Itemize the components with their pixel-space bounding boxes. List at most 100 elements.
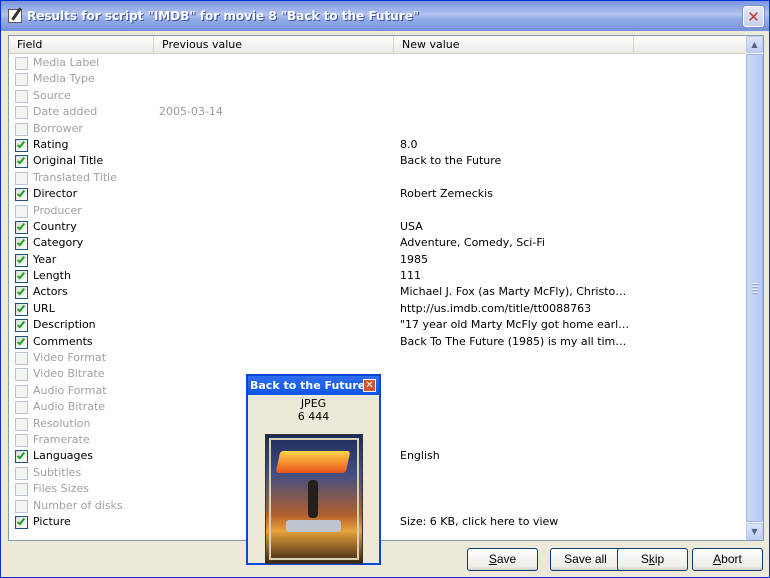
new-value: Adventure, Comedy, Sci-Fi [400, 236, 545, 250]
field-name: Description [33, 318, 96, 332]
row-checkbox[interactable] [15, 253, 28, 267]
row-checkbox[interactable] [15, 122, 28, 136]
row-checkbox[interactable] [15, 450, 28, 464]
save-button[interactable]: Save [467, 548, 538, 571]
new-value: 8.0 [400, 137, 418, 151]
table-row[interactable]: Media Label [9, 55, 747, 71]
window-title: Results for script "IMDB" for movie 8 "B… [27, 9, 420, 23]
table-row[interactable]: Category Adventure, Comedy, Sci-Fi [9, 235, 747, 251]
column-header-field[interactable]: Field [9, 36, 154, 54]
table-row[interactable]: Producer [9, 203, 747, 219]
save-all-button[interactable]: Save all [550, 548, 621, 571]
new-value: Size: 6 KB, click here to view [400, 514, 559, 528]
row-checkbox[interactable] [15, 270, 28, 284]
field-name: Audio Bitrate [33, 400, 106, 414]
row-checkbox[interactable] [15, 204, 28, 218]
row-checkbox[interactable] [15, 155, 28, 169]
row-checkbox[interactable] [15, 188, 28, 202]
row-checkbox[interactable] [15, 237, 28, 251]
abort-button[interactable]: Abort [692, 548, 763, 571]
row-checkbox[interactable] [15, 106, 28, 120]
field-name: Producer [33, 203, 82, 217]
field-name: Date added [33, 105, 98, 119]
table-row[interactable]: Description "17 year old Marty McFly got … [9, 317, 747, 333]
row-checkbox[interactable] [15, 499, 28, 513]
picture-preview-popup[interactable]: Back to the Future ✕ JPEG 6 444 [246, 374, 381, 565]
table-row[interactable]: Comments Back To The Future (1985) is my … [9, 334, 747, 350]
field-name: Video Format [33, 351, 107, 365]
row-checkbox[interactable] [15, 89, 28, 103]
table-row[interactable]: Country USA [9, 219, 747, 235]
field-name: Category [33, 236, 84, 250]
field-name: Source [33, 88, 71, 102]
checkmark-icon [16, 188, 26, 198]
row-checkbox[interactable] [15, 57, 28, 70]
scroll-thumb[interactable] [746, 54, 763, 522]
vertical-scrollbar[interactable]: ▲ ▼ [746, 36, 763, 540]
row-checkbox[interactable] [15, 368, 28, 382]
field-name: Subtitles [33, 465, 82, 479]
row-checkbox[interactable] [15, 220, 28, 234]
table-row[interactable]: Date added 2005-03-14 [9, 104, 747, 120]
table-row[interactable]: Borrower [9, 121, 747, 137]
checkmark-icon [16, 254, 26, 264]
row-checkbox[interactable] [15, 352, 28, 366]
row-checkbox[interactable] [15, 319, 28, 333]
checkmark-icon [16, 237, 26, 247]
movie-poster-image [265, 434, 363, 564]
table-row[interactable]: Translated Title [9, 170, 747, 186]
row-checkbox[interactable] [15, 433, 28, 447]
grip-line [752, 286, 758, 287]
field-name: Original Title [33, 154, 104, 168]
row-checkbox[interactable] [15, 171, 28, 185]
popup-close-button[interactable]: ✕ [363, 379, 376, 392]
skip-button[interactable]: Skip [617, 548, 688, 571]
field-name: URL [33, 301, 55, 315]
new-value: USA [400, 219, 423, 233]
field-name: Audio Format [33, 383, 107, 397]
field-name: Actors [33, 285, 68, 299]
table-row[interactable]: Director Robert Zemeckis [9, 186, 747, 202]
row-checkbox[interactable] [15, 401, 28, 415]
table-row[interactable]: Original Title Back to the Future [9, 153, 747, 169]
popup-title[interactable]: Back to the Future [248, 376, 379, 395]
row-checkbox[interactable] [15, 417, 28, 431]
row-checkbox[interactable] [15, 466, 28, 480]
row-checkbox[interactable] [15, 483, 28, 497]
table-row[interactable]: Source [9, 88, 747, 104]
table-row[interactable]: Length 111 [9, 268, 747, 284]
row-checkbox[interactable] [15, 138, 28, 152]
results-list[interactable]: Field Previous value New value Media Lab… [8, 35, 764, 541]
field-name: Director [33, 187, 78, 201]
scroll-down-button[interactable]: ▼ [746, 523, 763, 540]
row-checkbox[interactable] [15, 335, 28, 349]
field-name: Media Type [33, 72, 95, 86]
field-name: Languages [33, 449, 94, 463]
scroll-up-button[interactable]: ▲ [746, 36, 763, 53]
previous-value: 2005-03-14 [159, 105, 223, 119]
field-name: Rating [33, 137, 69, 151]
field-name: Resolution [33, 416, 91, 430]
table-row[interactable]: Video Format [9, 350, 747, 366]
new-value: "17 year old Marty McFly got home early … [400, 318, 632, 332]
table-row[interactable]: Media Type [9, 71, 747, 87]
column-header-previous-value[interactable]: Previous value [154, 36, 394, 54]
poster-car [286, 520, 341, 532]
column-header-new-value[interactable]: New value [394, 36, 634, 54]
list-header: Field Previous value New value [9, 36, 747, 54]
results-window: Results for script "IMDB" for movie 8 "B… [0, 0, 770, 578]
checkmark-icon [16, 287, 26, 296]
window-close-button[interactable]: ✕ [743, 6, 764, 27]
row-checkbox[interactable] [15, 302, 28, 316]
row-checkbox[interactable] [15, 515, 28, 529]
grip-line [752, 283, 758, 284]
field-name: Length [33, 269, 71, 283]
table-row[interactable]: Actors Michael J. Fox (as Marty McFly), C… [9, 284, 747, 300]
row-checkbox[interactable] [15, 286, 28, 300]
title-bar[interactable]: Results for script "IMDB" for movie 8 "B… [1, 1, 769, 31]
table-row[interactable]: Rating 8.0 [9, 137, 747, 153]
row-checkbox[interactable] [15, 73, 28, 87]
table-row[interactable]: Year 1985 [9, 252, 747, 268]
table-row[interactable]: URL http://us.imdb.com/title/tt0088763 [9, 301, 747, 317]
row-checkbox[interactable] [15, 384, 28, 398]
